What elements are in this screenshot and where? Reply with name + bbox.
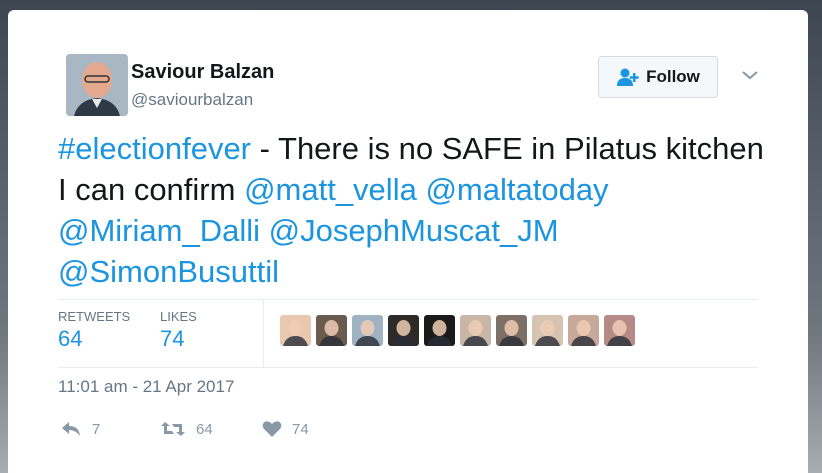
avatar[interactable] [66,54,128,116]
tweet-link[interactable]: @SimonBusuttil [58,254,279,289]
like-action[interactable]: 74 [262,420,309,438]
more-options-chevron-down-icon[interactable] [740,68,760,87]
liker-avatar[interactable] [460,315,491,346]
divider-vertical [263,299,264,367]
likers-avatars [280,315,635,346]
tweet-link[interactable]: @Miriam_Dalli [58,213,260,248]
tweet-card: Saviour Balzan @saviourbalzan Follow #el… [8,10,808,473]
tweet-link[interactable]: @JosephMuscat_JM [269,213,559,248]
liker-avatar[interactable] [316,315,347,346]
retweet-icon [161,422,185,436]
add-user-icon [617,68,639,86]
follow-button[interactable]: Follow [598,56,718,98]
tweet-text-segment [260,213,269,248]
retweets-count[interactable]: 64 [58,326,82,352]
divider [58,367,758,368]
liker-avatar[interactable] [388,315,419,346]
tweet-link[interactable]: #electionfever [58,131,251,166]
likes-count[interactable]: 74 [160,326,184,352]
retweets-label: RETWEETS [58,309,131,324]
follow-button-label: Follow [646,67,700,86]
liker-avatar[interactable] [280,315,311,346]
heart-icon [262,421,282,437]
liker-avatar[interactable] [424,315,455,346]
retweet-count: 64 [196,420,213,438]
divider [58,299,758,300]
liker-avatar[interactable] [604,315,635,346]
avatar-image [66,54,128,116]
liker-avatar[interactable] [496,315,527,346]
tweet-text: #electionfever - There is no SAFE in Pil… [58,128,778,292]
tweet-link[interactable]: @maltatoday [425,172,608,207]
liker-avatar[interactable] [532,315,563,346]
tweet-link[interactable]: @matt_vella [244,172,417,207]
like-count: 74 [292,420,309,438]
liker-avatar[interactable] [352,315,383,346]
liker-avatar[interactable] [568,315,599,346]
tweet-timestamp[interactable]: 11:01 am - 21 Apr 2017 [58,377,234,397]
likes-label: LIKES [160,309,197,324]
retweet-action[interactable]: 64 [160,420,213,438]
reply-count: 7 [92,420,101,438]
user-name[interactable]: Saviour Balzan [131,61,274,84]
user-handle[interactable]: @saviourbalzan [131,90,253,110]
reply-icon [62,422,80,436]
reply-action[interactable]: 7 [60,420,100,438]
